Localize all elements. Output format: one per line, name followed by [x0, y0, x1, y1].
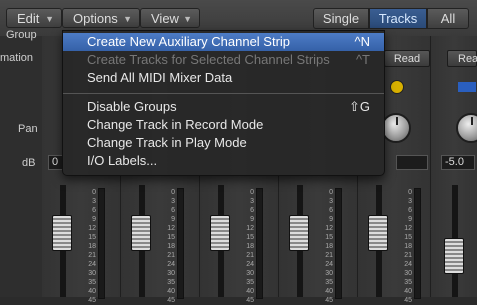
- db-readout: [396, 155, 428, 170]
- chevron-down-icon: ▼: [45, 14, 54, 24]
- volume-fader[interactable]: [52, 215, 72, 251]
- db-readout: -5.0: [441, 155, 475, 170]
- options-label: Options: [73, 11, 118, 26]
- shortcut-label: ⇧G: [348, 99, 370, 114]
- chevron-down-icon: ▼: [183, 14, 192, 24]
- chevron-down-icon: ▼: [123, 14, 132, 24]
- automation-read-button[interactable]: Read: [384, 50, 430, 67]
- level-meter: [177, 188, 184, 299]
- menu-item-io-labels[interactable]: I/O Labels...: [63, 152, 384, 170]
- edit-menu-button[interactable]: Edit ▼: [6, 8, 62, 28]
- menu-item-send-all-midi-mixer-data[interactable]: Send All MIDI Mixer Data: [63, 69, 384, 87]
- level-meter: [414, 188, 421, 299]
- all-view-button[interactable]: All: [427, 8, 469, 29]
- menu-separator: [63, 93, 384, 94]
- level-meter: [335, 188, 342, 299]
- db-row-label: dB: [22, 157, 36, 169]
- tracks-view-button[interactable]: Tracks: [369, 8, 427, 29]
- group-row-label: Group: [6, 29, 37, 41]
- level-meter: [98, 188, 105, 299]
- view-menu-button[interactable]: View ▼: [140, 8, 200, 28]
- level-scale: 0 3 6 9 12 15 18 21 24 30 35 40 45: [404, 189, 412, 304]
- volume-fader[interactable]: [131, 215, 151, 251]
- automation-indicator-icon: [390, 80, 404, 94]
- volume-fader[interactable]: [368, 215, 388, 251]
- level-scale: 0 3 6 9 12 15 18 21 24 30 35 40 45: [88, 189, 96, 304]
- options-menu-button[interactable]: Options ▼: [62, 8, 140, 28]
- pan-row-label: Pan: [18, 123, 38, 135]
- edit-label: Edit: [17, 11, 40, 26]
- menu-item-disable-groups[interactable]: Disable Groups ⇧G: [63, 98, 384, 116]
- level-scale: 0 3 6 9 12 15 18 21 24 30 35 40 45: [167, 189, 175, 304]
- menu-item-change-track-record-mode[interactable]: Change Track in Record Mode: [63, 116, 384, 134]
- waveform-icon: [458, 82, 476, 92]
- single-view-button[interactable]: Single: [313, 8, 369, 29]
- volume-fader[interactable]: [210, 215, 230, 251]
- level-scale: 0 3 6 9 12 15 18 21 24 30 35 40 45: [246, 189, 254, 304]
- automation-row-label: mation: [0, 52, 34, 64]
- menu-item-change-track-play-mode[interactable]: Change Track in Play Mode: [63, 134, 384, 152]
- menu-item-create-tracks-selected: Create Tracks for Selected Channel Strip…: [87, 52, 370, 67]
- shortcut-label: ^N: [354, 34, 371, 49]
- level-scale: 0 3 6 9 12 15 18 21 24 30 35 40 45: [325, 189, 333, 304]
- volume-fader[interactable]: [289, 215, 309, 251]
- options-dropdown-menu: Create New Auxiliary Channel Strip ^N Cr…: [62, 30, 385, 176]
- pan-knob[interactable]: [381, 113, 411, 143]
- menu-item-create-aux-channel-strip[interactable]: Create New Auxiliary Channel Strip ^N: [63, 33, 384, 51]
- automation-read-button[interactable]: Rea: [447, 50, 477, 67]
- shortcut-label: ^T: [355, 52, 370, 67]
- view-label: View: [151, 11, 179, 26]
- volume-fader[interactable]: [444, 238, 464, 274]
- level-meter: [256, 188, 263, 299]
